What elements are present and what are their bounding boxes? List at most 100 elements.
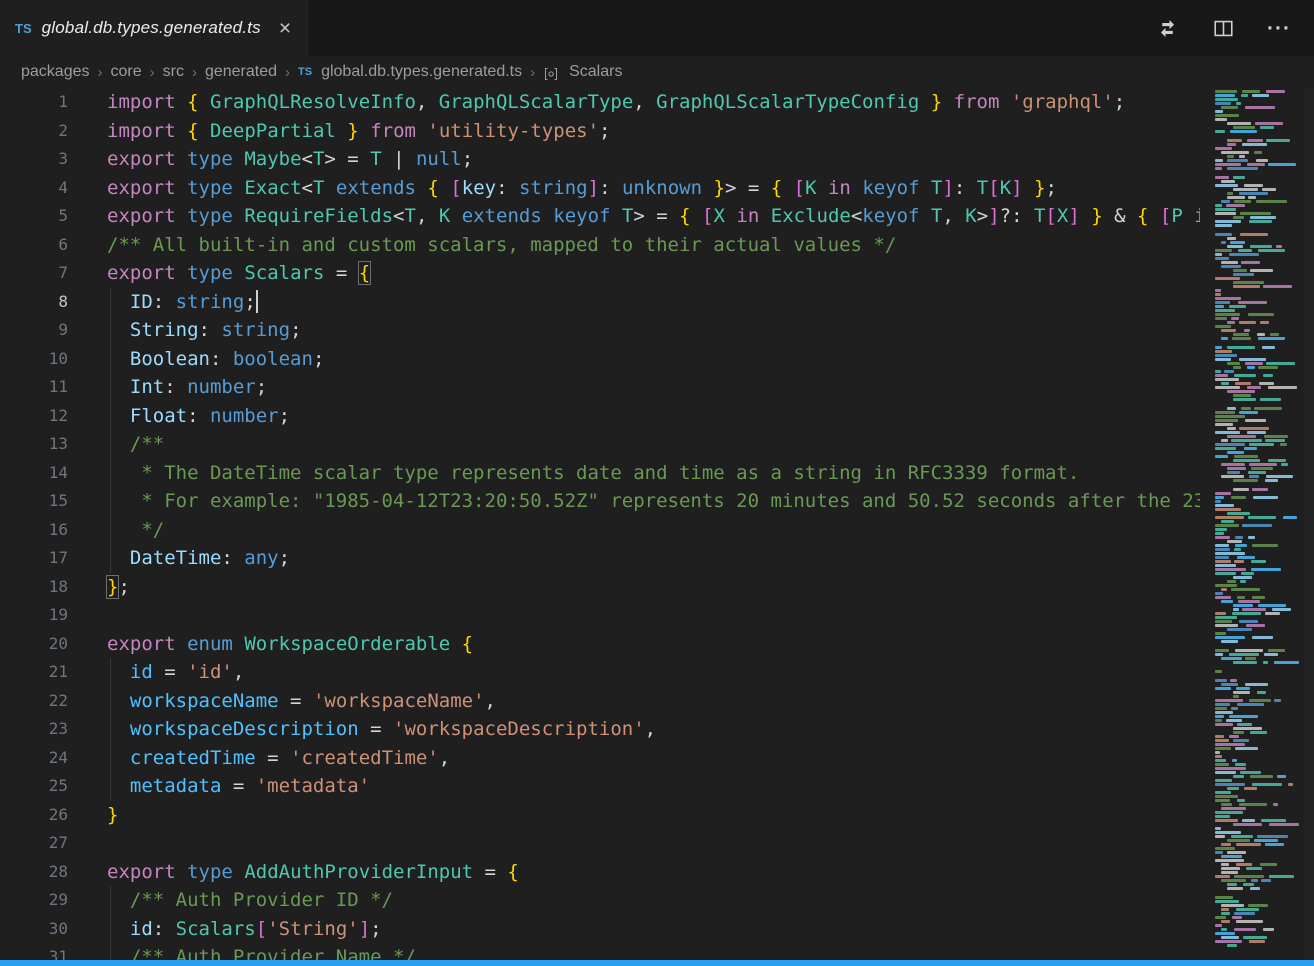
line-number[interactable]: 2 [0, 117, 68, 146]
line-content[interactable]: /** [107, 430, 164, 459]
code-line[interactable]: 3 export type Maybe<T> = T | null; [0, 145, 1200, 174]
tab-global-db-types[interactable]: TS global.db.types.generated.ts × [0, 0, 308, 56]
code-line[interactable]: 7 export type Scalars = { [0, 259, 1200, 288]
code-line[interactable]: 8 ID: string; [0, 288, 1200, 317]
line-content[interactable]: /** Auth Provider ID */ [107, 886, 393, 915]
line-number[interactable]: 8 [0, 288, 68, 317]
close-icon[interactable]: × [279, 18, 291, 39]
code-area[interactable]: 1 import { GraphQLResolveInfo, GraphQLSca… [0, 88, 1200, 966]
line-number[interactable]: 20 [0, 630, 68, 659]
line-number[interactable]: 3 [0, 145, 68, 174]
line-content[interactable]: metadata = 'metadata' [107, 772, 370, 801]
line-content[interactable]: export enum WorkspaceOrderable { [107, 630, 473, 659]
breadcrumb-item-generated[interactable]: generated [205, 63, 277, 81]
line-content[interactable]: /** All built-in and custom scalars, map… [107, 231, 896, 260]
line-number[interactable]: 5 [0, 202, 68, 231]
code-line[interactable]: 9 String: string; [0, 316, 1200, 345]
code-line[interactable]: 25 metadata = 'metadata' [0, 772, 1200, 801]
line-content[interactable]: import { DeepPartial } from 'utility-typ… [107, 117, 610, 146]
line-number[interactable]: 23 [0, 715, 68, 744]
code-line[interactable]: 5export type RequireFields<T, K extends … [0, 202, 1200, 231]
line-number[interactable]: 21 [0, 658, 68, 687]
breadcrumb-item-filename[interactable]: global.db.types.generated.ts [321, 63, 522, 81]
line-content[interactable]: workspaceDescription = 'workspaceDescrip… [107, 715, 656, 744]
line-number[interactable]: 6 [0, 231, 68, 260]
line-number[interactable]: 15 [0, 487, 68, 516]
line-number[interactable]: 12 [0, 402, 68, 431]
line-content[interactable]: String: string; [107, 316, 302, 345]
line-number[interactable]: 18 [0, 573, 68, 602]
line-number[interactable]: 1 [0, 88, 68, 117]
line-content[interactable]: export type Scalars = { [107, 259, 370, 288]
line-content[interactable]: Int: number; [107, 373, 267, 402]
code-line[interactable]: 21 id = 'id', [0, 658, 1200, 687]
line-content[interactable]: export type AddAuthProviderInput = { [107, 858, 519, 887]
line-number[interactable]: 11 [0, 373, 68, 402]
line-content[interactable]: */ [107, 516, 164, 545]
line-number[interactable]: 17 [0, 544, 68, 573]
code-line[interactable]: 30 id: Scalars['String']; [0, 915, 1200, 944]
line-content[interactable]: import { GraphQLResolveInfo, GraphQLScal… [107, 88, 1125, 117]
code-line[interactable]: 29 /** Auth Provider ID */ [0, 886, 1200, 915]
open-changes-icon[interactable] [1154, 15, 1180, 41]
code-line[interactable]: 28 export type AddAuthProviderInput = { [0, 858, 1200, 887]
minimap[interactable] [1212, 88, 1304, 966]
line-content[interactable]: id: Scalars['String']; [107, 915, 382, 944]
breadcrumb-item-core[interactable]: core [111, 63, 142, 81]
code-line[interactable]: 6 /** All built-in and custom scalars, ma… [0, 231, 1200, 260]
line-content[interactable]: workspaceName = 'workspaceName', [107, 687, 496, 716]
code-line[interactable]: 26} [0, 801, 1200, 830]
vertical-scrollbar[interactable] [1304, 88, 1314, 966]
line-number[interactable]: 24 [0, 744, 68, 773]
line-number[interactable]: 7 [0, 259, 68, 288]
code-line[interactable]: 24 createdTime = 'createdTime', [0, 744, 1200, 773]
line-content[interactable]: DateTime: any; [107, 544, 290, 573]
line-content[interactable]: } [107, 801, 118, 830]
code-line[interactable]: 23 workspaceDescription = 'workspaceDesc… [0, 715, 1200, 744]
code-line[interactable]: 11 Int: number; [0, 373, 1200, 402]
code-line[interactable]: 12 Float: number; [0, 402, 1200, 431]
line-number[interactable]: 25 [0, 772, 68, 801]
line-content[interactable]: export type Exact<T extends { [key: stri… [107, 174, 1057, 203]
line-number[interactable]: 30 [0, 915, 68, 944]
breadcrumb-item-scalars[interactable]: Scalars [569, 63, 622, 81]
code-line[interactable]: 19 [0, 601, 1200, 630]
line-number[interactable]: 26 [0, 801, 68, 830]
code-line[interactable]: 16 */ [0, 516, 1200, 545]
line-content[interactable]: Float: number; [107, 402, 290, 431]
code-line[interactable]: 27 [0, 829, 1200, 858]
code-line[interactable]: 13 /** [0, 430, 1200, 459]
line-number[interactable]: 28 [0, 858, 68, 887]
line-content[interactable]: ID: string; [107, 288, 258, 317]
code-line[interactable]: 18}; [0, 573, 1200, 602]
code-line[interactable]: 1 import { GraphQLResolveInfo, GraphQLSca… [0, 88, 1200, 117]
line-number[interactable]: 13 [0, 430, 68, 459]
breadcrumb-item-src[interactable]: src [163, 63, 184, 81]
line-content[interactable]: export type Maybe<T> = T | null; [107, 145, 473, 174]
line-number[interactable]: 19 [0, 601, 68, 630]
line-number[interactable]: 4 [0, 174, 68, 203]
line-content[interactable]: id = 'id', [107, 658, 244, 687]
line-number[interactable]: 14 [0, 459, 68, 488]
line-content[interactable]: * The DateTime scalar type represents da… [107, 459, 1079, 488]
code-line[interactable]: 10 Boolean: boolean; [0, 345, 1200, 374]
more-actions-icon[interactable]: ··· [1266, 15, 1292, 41]
line-content[interactable]: createdTime = 'createdTime', [107, 744, 450, 773]
code-line[interactable]: 17 DateTime: any; [0, 544, 1200, 573]
line-number[interactable]: 22 [0, 687, 68, 716]
code-line[interactable]: 14 * The DateTime scalar type represents… [0, 459, 1200, 488]
line-number[interactable]: 9 [0, 316, 68, 345]
code-line[interactable]: 15 * For example: "1985-04-12T23:20:50.5… [0, 487, 1200, 516]
split-editor-icon[interactable] [1210, 15, 1236, 41]
line-content[interactable]: }; [107, 573, 130, 602]
line-number[interactable]: 10 [0, 345, 68, 374]
code-line[interactable]: 2 import { DeepPartial } from 'utility-ty… [0, 117, 1200, 146]
code-line[interactable]: 20 export enum WorkspaceOrderable { [0, 630, 1200, 659]
horizontal-scrollbar[interactable] [0, 960, 1314, 966]
code-line[interactable]: 4 export type Exact<T extends { [key: str… [0, 174, 1200, 203]
line-number[interactable]: 27 [0, 829, 68, 858]
line-content[interactable]: Boolean: boolean; [107, 345, 324, 374]
code-line[interactable]: 22 workspaceName = 'workspaceName', [0, 687, 1200, 716]
line-number[interactable]: 29 [0, 886, 68, 915]
breadcrumb-item-packages[interactable]: packages [21, 63, 90, 81]
